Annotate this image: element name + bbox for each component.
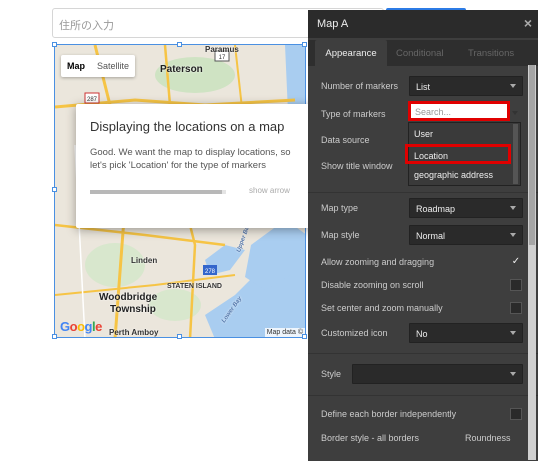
tutorial-body: Good. We want the map to display locatio… [90, 147, 291, 171]
label-type-of-markers: Type of markers [321, 109, 386, 119]
label-set-center: Set center and zoom manually [321, 303, 443, 313]
map-data-attribution[interactable]: Map data © [264, 328, 305, 337]
set-center-checkbox[interactable] [510, 302, 522, 314]
divider [308, 353, 538, 354]
style-select[interactable] [352, 364, 523, 384]
divider [308, 395, 538, 396]
route-shield-17: 17 [219, 55, 226, 61]
dropdown-scrollbar[interactable] [513, 124, 518, 184]
resize-handle-tr[interactable] [302, 42, 307, 47]
dropdown-option-geographic-address[interactable]: geographic address [414, 170, 493, 180]
place-woodbridge: Woodbridge [99, 292, 158, 303]
label-data-source: Data source [321, 135, 370, 145]
tutorial-card: Displaying the locations on a map Good. … [76, 104, 314, 228]
dropdown-option-user[interactable]: User [414, 129, 433, 139]
label-show-title-window: Show title window [321, 161, 393, 171]
label-map-type: Map type [321, 203, 359, 213]
label-number-of-markers: Number of markers [321, 81, 399, 91]
label-define-border: Define each border independently [321, 409, 457, 419]
label-border-style: Border style - all borders [321, 433, 420, 443]
tutorial-progress [90, 190, 226, 194]
panel-title: Map A [308, 10, 538, 38]
resize-handle-bl[interactable] [52, 334, 57, 339]
label-roundness: Roundness [465, 433, 511, 443]
resize-handle-ml[interactable] [52, 187, 57, 192]
map-type-select[interactable]: Roadmap [409, 198, 523, 218]
resize-handle-tl[interactable] [52, 42, 57, 47]
google-logo: Google [60, 319, 102, 334]
label-customized-icon: Customized icon [321, 328, 388, 338]
number-of-markers-select[interactable]: List [409, 76, 523, 96]
place-linden: Linden [131, 256, 158, 265]
resize-handle-tc[interactable] [177, 42, 182, 47]
tutorial-progress-fill [90, 190, 222, 194]
tab-conditional[interactable]: Conditional [396, 40, 444, 66]
chevron-down-icon [510, 331, 516, 335]
type-of-markers-search[interactable]: Search... [408, 101, 510, 121]
resize-handle-bc[interactable] [177, 334, 182, 339]
close-icon[interactable]: × [524, 15, 532, 31]
panel-tabs: Appearance Conditional Transitions [308, 40, 538, 66]
route-shield-287: 287 [87, 97, 98, 103]
chevron-down-icon [510, 206, 516, 210]
tab-appearance[interactable]: Appearance [315, 40, 387, 66]
allow-zoom-checkbox[interactable]: ✓ [510, 256, 522, 268]
chevron-down-icon [510, 233, 516, 237]
show-arrow-link[interactable]: show arrow [249, 186, 290, 195]
chevron-down-icon [510, 84, 516, 88]
label-allow-zoom: Allow zooming and dragging [321, 257, 435, 267]
place-paramus: Paramus [205, 45, 239, 54]
place-paterson: Paterson [160, 64, 203, 75]
route-shield-278: 278 [205, 269, 216, 275]
chevron-down-icon [510, 372, 516, 376]
define-border-checkbox[interactable] [510, 408, 522, 420]
panel-scrollbar-thumb[interactable] [529, 65, 535, 245]
tab-transitions[interactable]: Transitions [468, 40, 514, 66]
label-map-style: Map style [321, 230, 360, 240]
divider [308, 192, 538, 193]
property-panel: Map A × Appearance Conditional Transitio… [308, 10, 538, 461]
location-highlight-box [405, 144, 511, 164]
map-toggle-satellite[interactable]: Satellite [91, 55, 135, 77]
map-toggle-map[interactable]: Map [61, 55, 91, 77]
label-style: Style [321, 369, 342, 379]
place-perth-amboy: Perth Amboy [109, 328, 159, 337]
place-township: Township [110, 304, 156, 315]
map-type-toggle[interactable]: Map Satellite [61, 55, 136, 77]
chevron-down-icon [512, 111, 518, 115]
map-style-select[interactable]: Normal [409, 225, 523, 245]
customized-icon-select[interactable]: No [409, 323, 523, 343]
place-staten-island: STATEN ISLAND [167, 283, 222, 290]
disable-zoom-scroll-checkbox[interactable] [510, 279, 522, 291]
tutorial-title: Displaying the locations on a map [90, 119, 285, 134]
label-disable-zoom-scroll: Disable zooming on scroll [321, 280, 424, 290]
resize-handle-br[interactable] [302, 334, 307, 339]
